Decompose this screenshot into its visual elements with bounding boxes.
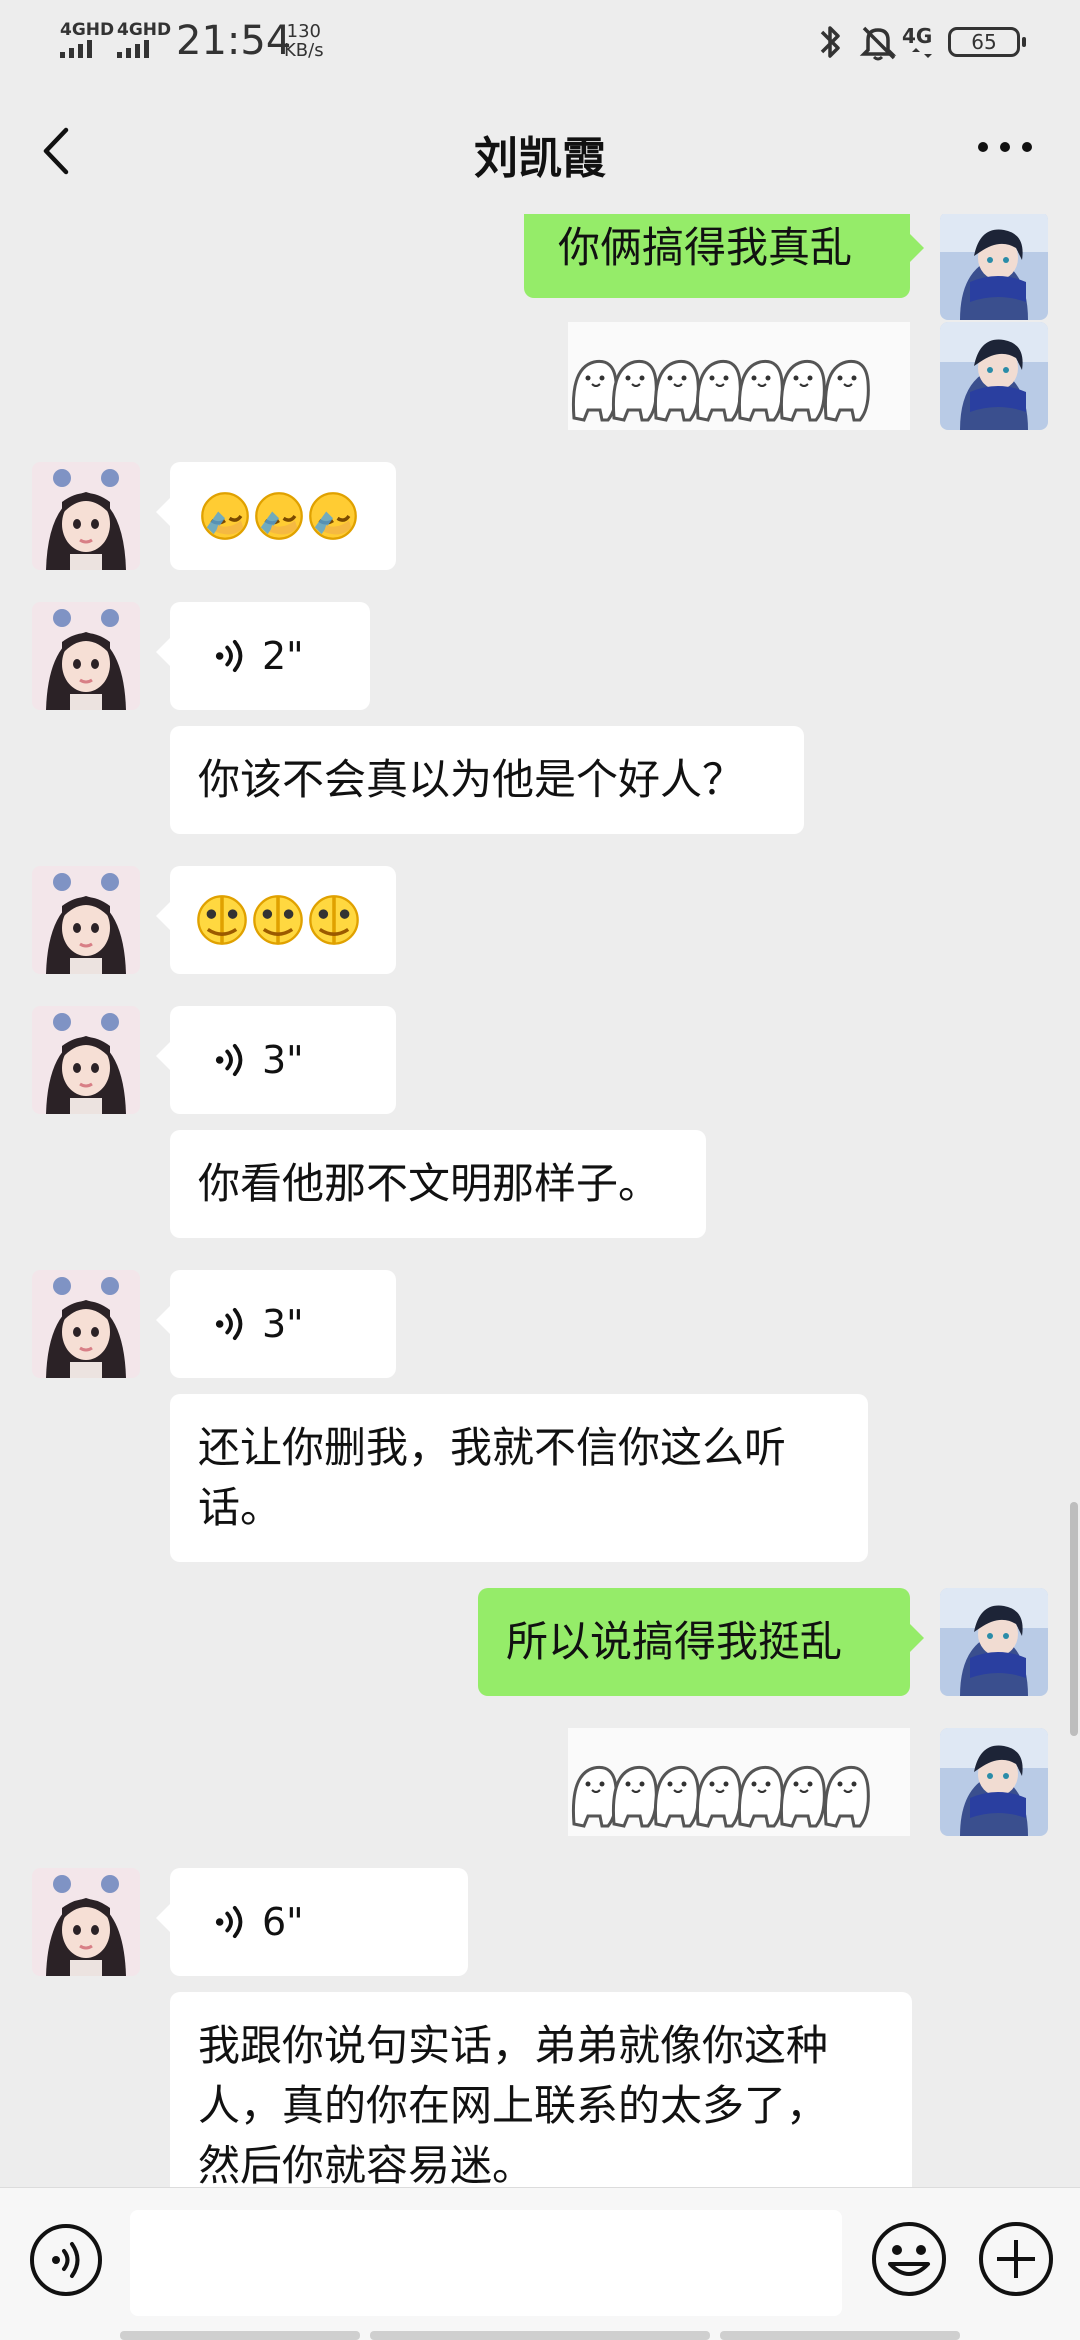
chat-title: 刘凯霞 — [474, 133, 606, 184]
facepalm-emoji-icon — [308, 491, 358, 541]
network-speed-unit: KB/s — [284, 40, 324, 61]
cracked-face-emoji-icon — [196, 894, 248, 946]
message-text: 你该不会真以为他是个好人？ — [198, 755, 745, 804]
voice-wave-icon — [214, 1905, 243, 1939]
message-text: 我跟你说句实话，弟弟就像你这种 人，真的你在网上联系的太多了， 然后你就容易迷。 — [198, 2021, 829, 2187]
voice-wave-icon — [214, 1043, 243, 1077]
voice-duration: 3" — [262, 1038, 304, 1082]
cracked-face-emoji-icon — [308, 894, 360, 946]
incoming-message[interactable] — [156, 866, 396, 974]
chat-header: 刘凯霞 — [0, 84, 1080, 214]
outgoing-message[interactable]: 所以说搞得我挺乱 — [478, 1588, 924, 1696]
4g-icon — [912, 48, 932, 58]
sticker-image[interactable] — [568, 322, 910, 430]
message-input[interactable] — [130, 2210, 842, 2316]
voice-message[interactable]: 2" — [156, 602, 370, 710]
contact-avatar[interactable] — [32, 1868, 140, 1976]
message-list[interactable]: 你俩搞得我真乱 2" 你该不会真以为他是个好人？ 3" 你看他那不文明那样子。 … — [0, 214, 1080, 2187]
more-dots-icon[interactable] — [975, 132, 1035, 162]
incoming-message[interactable]: 你该不会真以为他是个好人？ — [170, 726, 804, 834]
incoming-message[interactable]: 还让你删我，我就不信你这么听 话。 — [170, 1394, 868, 1562]
signal-icon-2 — [117, 38, 157, 58]
input-bar — [0, 2187, 1080, 2340]
incoming-message[interactable] — [156, 462, 396, 570]
contact-avatar[interactable] — [32, 1006, 140, 1114]
contact-avatar[interactable] — [32, 602, 140, 710]
my-avatar[interactable] — [940, 322, 1048, 430]
contact-avatar[interactable] — [32, 1270, 140, 1378]
voice-message[interactable]: 3" — [156, 1006, 396, 1114]
cracked-face-emoji-icon — [252, 894, 304, 946]
signal-icon-1 — [60, 38, 100, 58]
plus-icon[interactable] — [977, 2220, 1055, 2298]
voice-wave-icon — [214, 639, 243, 673]
clock: 21:54 — [176, 18, 292, 64]
contact-avatar[interactable] — [32, 462, 140, 570]
voice-mode-icon[interactable] — [28, 2222, 104, 2298]
outgoing-message[interactable]: 你俩搞得我真乱 — [524, 214, 924, 298]
nav-indicator — [370, 2331, 710, 2340]
bell-muted-icon — [859, 26, 897, 61]
nav-indicator — [120, 2331, 360, 2340]
sticker-image[interactable] — [568, 1728, 910, 1836]
battery-icon: 65 — [948, 27, 1026, 57]
nav-indicator — [720, 2331, 960, 2340]
emoji-icon[interactable] — [870, 2220, 948, 2298]
voice-duration: 6" — [262, 1900, 304, 1944]
voice-wave-icon — [214, 1307, 243, 1341]
incoming-message[interactable]: 我跟你说句实话，弟弟就像你这种 人，真的你在网上联系的太多了， 然后你就容易迷。 — [170, 1992, 912, 2187]
voice-duration: 3" — [262, 1302, 304, 1346]
network-label-1: 4GHD — [60, 20, 115, 40]
contact-avatar[interactable] — [32, 866, 140, 974]
network-speed: 130 KB/s — [284, 22, 324, 60]
incoming-message[interactable]: 你看他那不文明那样子。 — [170, 1130, 706, 1238]
message-text: 你俩搞得我真乱 — [558, 223, 853, 272]
voice-message[interactable]: 6" — [156, 1868, 468, 1976]
facepalm-emoji-icon — [254, 491, 304, 541]
scrollbar-thumb[interactable] — [1070, 1502, 1078, 1736]
voice-message[interactable]: 3" — [156, 1270, 396, 1378]
network-label-2: 4GHD — [117, 20, 172, 40]
4g-label: 4G — [902, 24, 933, 48]
my-avatar[interactable] — [940, 214, 1048, 320]
status-bar: 4GHD 4GHD 21:54 130 KB/s 4G 65 — [0, 0, 1080, 84]
message-text: 你看他那不文明那样子。 — [198, 1159, 661, 1208]
message-text: 所以说搞得我挺乱 — [506, 1617, 843, 1666]
voice-duration: 2" — [262, 634, 304, 678]
message-text: 还让你删我，我就不信你这么听 话。 — [198, 1423, 787, 1532]
facepalm-emoji-icon — [200, 491, 250, 541]
bluetooth-icon — [820, 26, 840, 58]
my-avatar[interactable] — [940, 1588, 1048, 1696]
my-avatar[interactable] — [940, 1728, 1048, 1836]
network-speed-value: 130 — [286, 21, 321, 42]
